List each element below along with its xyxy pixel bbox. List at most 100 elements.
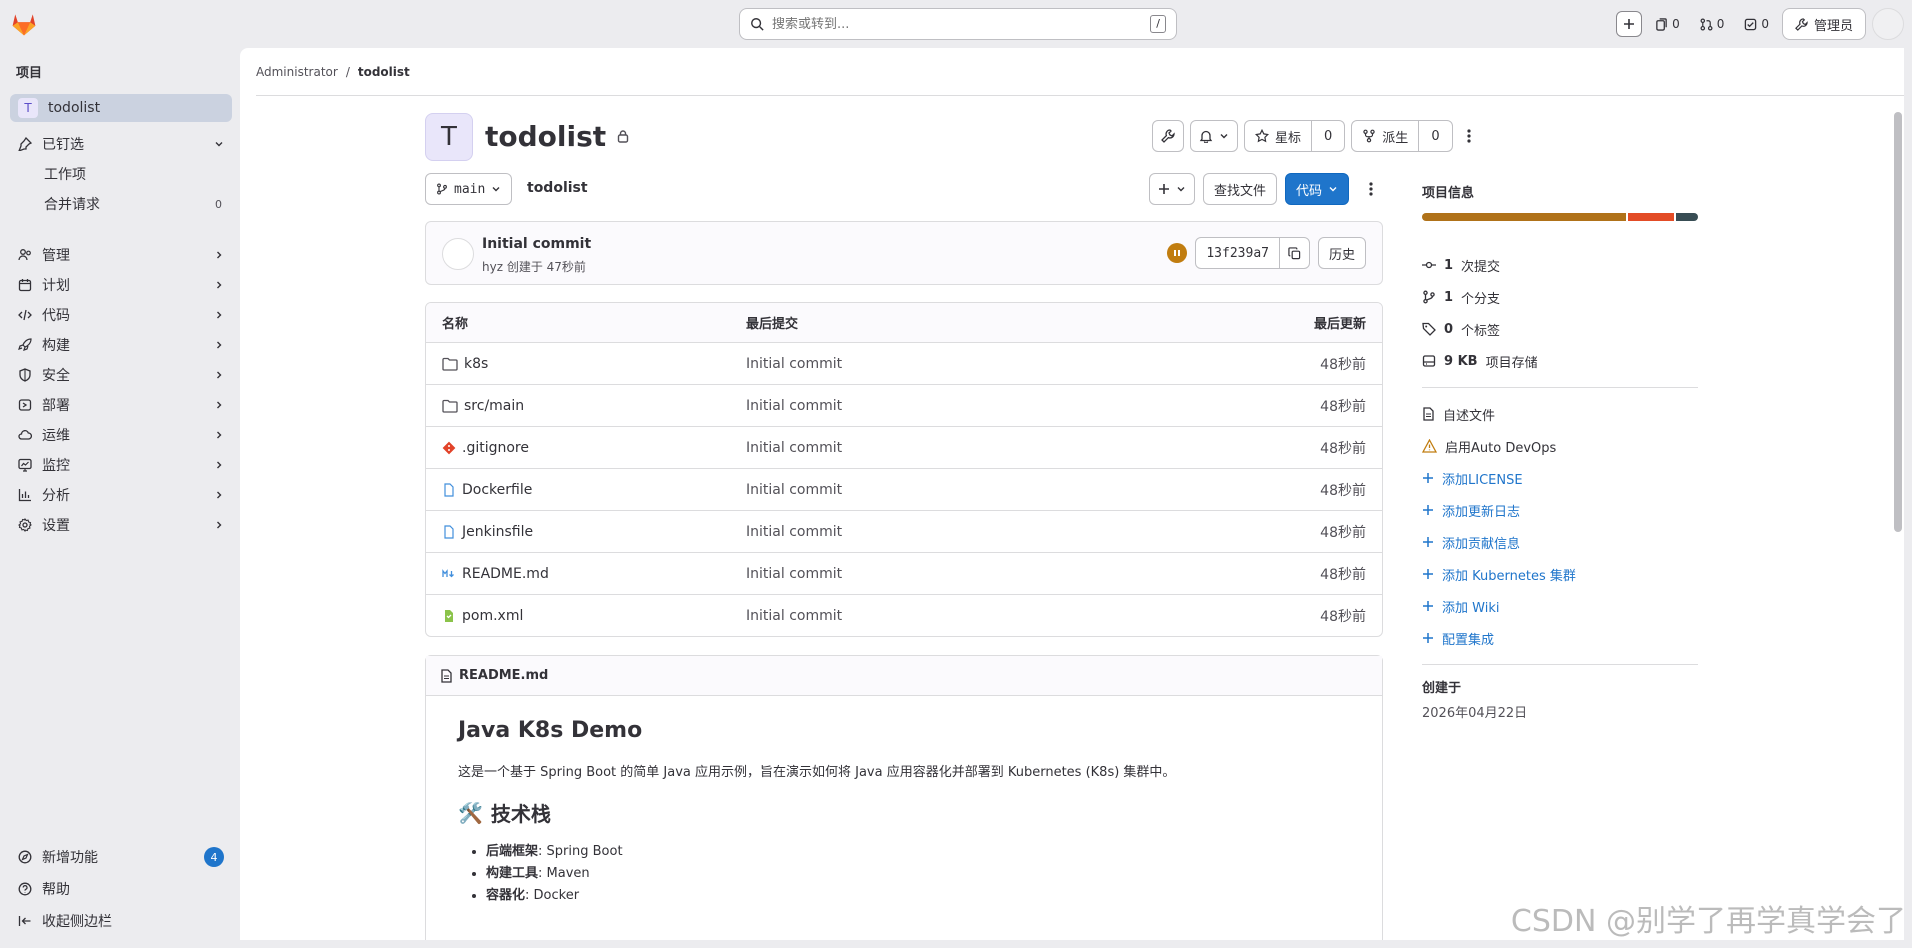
- table-row[interactable]: .gitignore Initial commit 48秒前: [426, 427, 1382, 469]
- table-row[interactable]: README.md Initial commit 48秒前: [426, 553, 1382, 595]
- sidebar-project-name: todolist: [48, 100, 101, 116]
- language-bar-segment[interactable]: [1628, 213, 1675, 221]
- sidebar-item-security[interactable]: 安全: [10, 361, 232, 389]
- admin-button[interactable]: 管理员: [1781, 8, 1866, 40]
- file-last-commit[interactable]: Initial commit: [746, 608, 1182, 624]
- issues-button[interactable]: 0: [1648, 11, 1687, 37]
- git-file-icon: [442, 441, 456, 455]
- file-name[interactable]: k8s: [464, 356, 488, 372]
- breadcrumb-parent[interactable]: Administrator: [256, 65, 338, 79]
- create-new-button[interactable]: [1616, 11, 1643, 37]
- todo-icon: [1744, 18, 1757, 31]
- file-name[interactable]: .gitignore: [462, 440, 529, 456]
- file-name[interactable]: src/main: [464, 398, 524, 414]
- add-wiki-link[interactable]: 添加 Wiki: [1422, 590, 1698, 622]
- readme-header[interactable]: README.md: [426, 656, 1382, 696]
- sidebar-item-code[interactable]: 代码: [10, 301, 232, 329]
- breadcrumb-current[interactable]: todolist: [358, 65, 410, 79]
- add-changelog-link[interactable]: 添加更新日志: [1422, 494, 1698, 526]
- chart-icon: [18, 488, 32, 502]
- table-row[interactable]: Dockerfile Initial commit 48秒前: [426, 469, 1382, 511]
- star-button[interactable]: 星标: [1245, 121, 1311, 151]
- sidebar-item-operate[interactable]: 运维: [10, 421, 232, 449]
- search-input[interactable]: [772, 16, 1151, 32]
- sidebar-item-manage[interactable]: 管理: [10, 241, 232, 269]
- star-count[interactable]: 0: [1311, 121, 1344, 151]
- sidebar-item-monitor[interactable]: 监控: [10, 451, 232, 479]
- table-row[interactable]: src/main Initial commit 48秒前: [426, 385, 1382, 427]
- sidebar-pinned-work-items[interactable]: 工作项: [44, 160, 232, 188]
- file-last-commit[interactable]: Initial commit: [746, 356, 1182, 372]
- stat-tags[interactable]: 0 个标签: [1422, 313, 1698, 345]
- whats-new-badge: 4: [204, 847, 224, 867]
- language-bar-segment[interactable]: [1676, 213, 1698, 221]
- add-kubernetes-link[interactable]: 添加 Kubernetes 集群: [1422, 558, 1698, 590]
- sidebar-pinned-toggle[interactable]: 已钉选: [10, 130, 232, 158]
- file-last-commit[interactable]: Initial commit: [746, 398, 1182, 414]
- stat-commits[interactable]: 1 次提交: [1422, 249, 1698, 281]
- readme-link[interactable]: 自述文件: [1422, 398, 1698, 430]
- file-name[interactable]: Jenkinsfile: [462, 524, 533, 540]
- copy-sha-button[interactable]: [1278, 238, 1309, 268]
- stat-value: 1: [1444, 257, 1454, 273]
- plus-icon: [1422, 600, 1434, 612]
- table-row[interactable]: Jenkinsfile Initial commit 48秒前: [426, 511, 1382, 553]
- code-icon: [18, 308, 32, 322]
- sidebar-item-analyze[interactable]: 分析: [10, 481, 232, 509]
- file-last-commit[interactable]: Initial commit: [746, 482, 1182, 498]
- file-last-commit[interactable]: Initial commit: [746, 440, 1182, 456]
- file-last-commit[interactable]: Initial commit: [746, 524, 1182, 540]
- branch-selector[interactable]: main: [425, 173, 513, 205]
- find-file-button[interactable]: 查找文件: [1202, 173, 1277, 205]
- commit-title[interactable]: Initial commit: [482, 236, 591, 252]
- project-more-actions-button[interactable]: [1459, 128, 1479, 144]
- add-to-tree-button[interactable]: [1148, 173, 1195, 205]
- commit-icon: [1422, 258, 1436, 272]
- file-name[interactable]: README.md: [462, 566, 549, 582]
- search-bar[interactable]: /: [739, 8, 1177, 40]
- kebab-icon: [1466, 128, 1471, 144]
- commit-sha[interactable]: 13f239a7: [1196, 238, 1279, 268]
- gitlab-logo-icon[interactable]: [10, 10, 38, 38]
- language-bar[interactable]: [1422, 213, 1698, 221]
- admin-settings-button[interactable]: [1152, 120, 1184, 152]
- configure-integrations-link[interactable]: 配置集成: [1422, 622, 1698, 654]
- todos-button[interactable]: 0: [1737, 11, 1776, 37]
- repo-path[interactable]: todolist: [527, 180, 588, 196]
- table-row[interactable]: k8s Initial commit 48秒前: [426, 343, 1382, 385]
- sidebar-project-item[interactable]: T todolist: [10, 94, 232, 122]
- history-button[interactable]: 历史: [1317, 237, 1366, 269]
- commit-author-avatar[interactable]: [442, 238, 474, 270]
- notification-button[interactable]: [1190, 120, 1238, 152]
- table-row[interactable]: pom.xml Initial commit 48秒前: [426, 595, 1382, 636]
- stat-branches[interactable]: 1 个分支: [1422, 281, 1698, 313]
- stat-storage[interactable]: 9 KB 项目存储: [1422, 345, 1698, 377]
- sidebar-item-label: 部署: [42, 398, 70, 414]
- sidebar-item-build[interactable]: 构建: [10, 331, 232, 359]
- auto-devops-link[interactable]: 启用Auto DevOps: [1422, 430, 1698, 462]
- sidebar-whats-new[interactable]: 新增功能 4: [10, 843, 232, 871]
- fork-count[interactable]: 0: [1418, 121, 1451, 151]
- pipeline-status-icon[interactable]: [1167, 243, 1188, 263]
- file-last-commit[interactable]: Initial commit: [746, 566, 1182, 582]
- file-name[interactable]: Dockerfile: [462, 482, 532, 498]
- merge-requests-button[interactable]: 0: [1693, 11, 1732, 37]
- repo-toolbar-actions: 查找文件 代码: [1148, 173, 1385, 205]
- user-avatar[interactable]: [1872, 8, 1904, 40]
- sidebar-pinned-merge-requests[interactable]: 合并请求 0: [44, 190, 232, 218]
- repo-more-actions-button[interactable]: [1357, 181, 1385, 197]
- sidebar-item-settings[interactable]: 设置: [10, 511, 232, 539]
- code-dropdown-button[interactable]: 代码: [1284, 173, 1349, 205]
- fork-button[interactable]: 派生: [1352, 121, 1418, 151]
- sidebar-item-deploy[interactable]: 部署: [10, 391, 232, 419]
- sidebar-item-plan[interactable]: 计划: [10, 271, 232, 299]
- chevron-right-icon: [214, 280, 224, 290]
- add-license-link[interactable]: 添加LICENSE: [1422, 462, 1698, 494]
- sidebar-collapse[interactable]: 收起侧边栏: [10, 907, 232, 935]
- language-bar-segment[interactable]: [1422, 213, 1626, 221]
- file-name[interactable]: pom.xml: [462, 608, 523, 624]
- vertical-scrollbar[interactable]: [1894, 112, 1902, 532]
- add-contributing-link[interactable]: 添加贡献信息: [1422, 526, 1698, 558]
- chevron-right-icon: [214, 370, 224, 380]
- sidebar-help[interactable]: 帮助: [10, 875, 232, 903]
